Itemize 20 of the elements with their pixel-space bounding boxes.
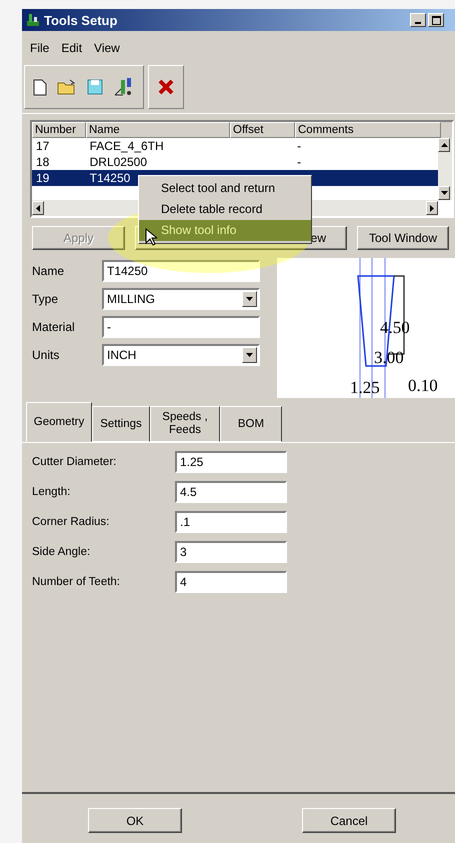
field-label: Corner Radius: [32,516,110,528]
dimension-label: 0.10 [408,376,438,396]
table-cell-text: 18 [35,154,50,170]
table-cell-text: - [296,138,302,154]
field-label: Type [32,292,60,306]
table-cell-text: 17 [35,138,50,154]
table-cell-text: DRL02500 [88,154,148,170]
table-cell-text: 19 [35,170,50,186]
field-label: Length: [32,486,72,498]
window-title: Tools Setup [44,12,118,28]
dimension-label: 1.25 [350,378,380,398]
field-label: Cutter Diameter: [32,456,118,468]
table-cell-text: FACE_4_6TH [88,138,165,154]
field-label: Units [32,348,60,362]
table-cell-text: T14250 [88,170,132,186]
field-label: Number of Teeth: [32,576,122,588]
field-label: Side Angle: [32,546,92,558]
field-label: Material [32,320,76,334]
field-label: Name [32,264,66,278]
table-cell-text: - [296,154,302,170]
